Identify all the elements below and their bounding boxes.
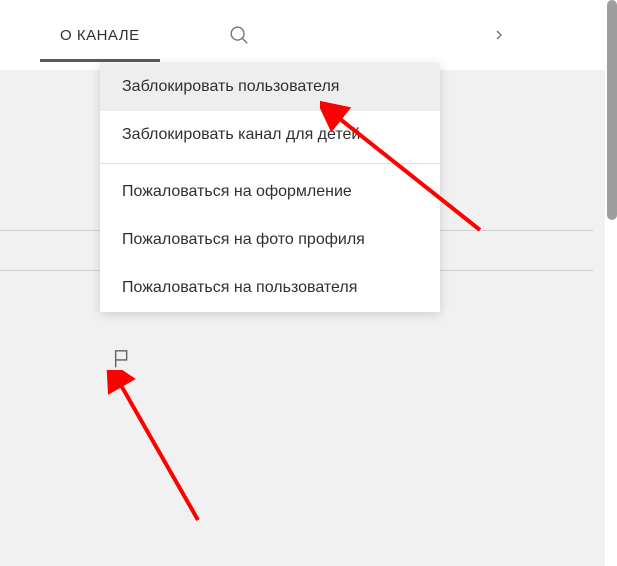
menu-item-report-art[interactable]: Пожаловаться на оформление <box>100 168 440 216</box>
menu-item-label: Заблокировать канал для детей <box>122 126 360 143</box>
search-icon <box>228 24 250 46</box>
scrollbar-thumb[interactable] <box>607 0 617 220</box>
menu-item-block-user[interactable]: Заблокировать пользователя <box>100 63 440 111</box>
menu-item-report-profile-photo[interactable]: Пожаловаться на фото профиля <box>100 216 440 264</box>
scrollbar[interactable] <box>607 0 617 566</box>
tab-bar: О КАНАЛЕ <box>0 0 617 70</box>
report-dropdown-menu: Заблокировать пользователя Заблокировать… <box>100 63 440 312</box>
menu-item-report-user[interactable]: Пожаловаться на пользователя <box>100 264 440 312</box>
menu-item-label: Заблокировать пользователя <box>122 78 339 95</box>
flag-icon <box>112 348 134 370</box>
tab-about-label: О КАНАЛЕ <box>60 27 140 44</box>
menu-item-label: Пожаловаться на пользователя <box>122 279 357 296</box>
search-button[interactable] <box>228 0 250 70</box>
menu-item-block-for-kids[interactable]: Заблокировать канал для детей <box>100 111 440 159</box>
flag-report-button[interactable] <box>112 348 134 375</box>
menu-item-label: Пожаловаться на фото профиля <box>122 231 365 248</box>
scroll-right-button[interactable] <box>491 0 507 70</box>
chevron-right-icon <box>491 27 507 43</box>
tab-about[interactable]: О КАНАЛЕ <box>40 0 160 70</box>
menu-item-label: Пожаловаться на оформление <box>122 183 352 200</box>
menu-divider <box>100 163 440 164</box>
